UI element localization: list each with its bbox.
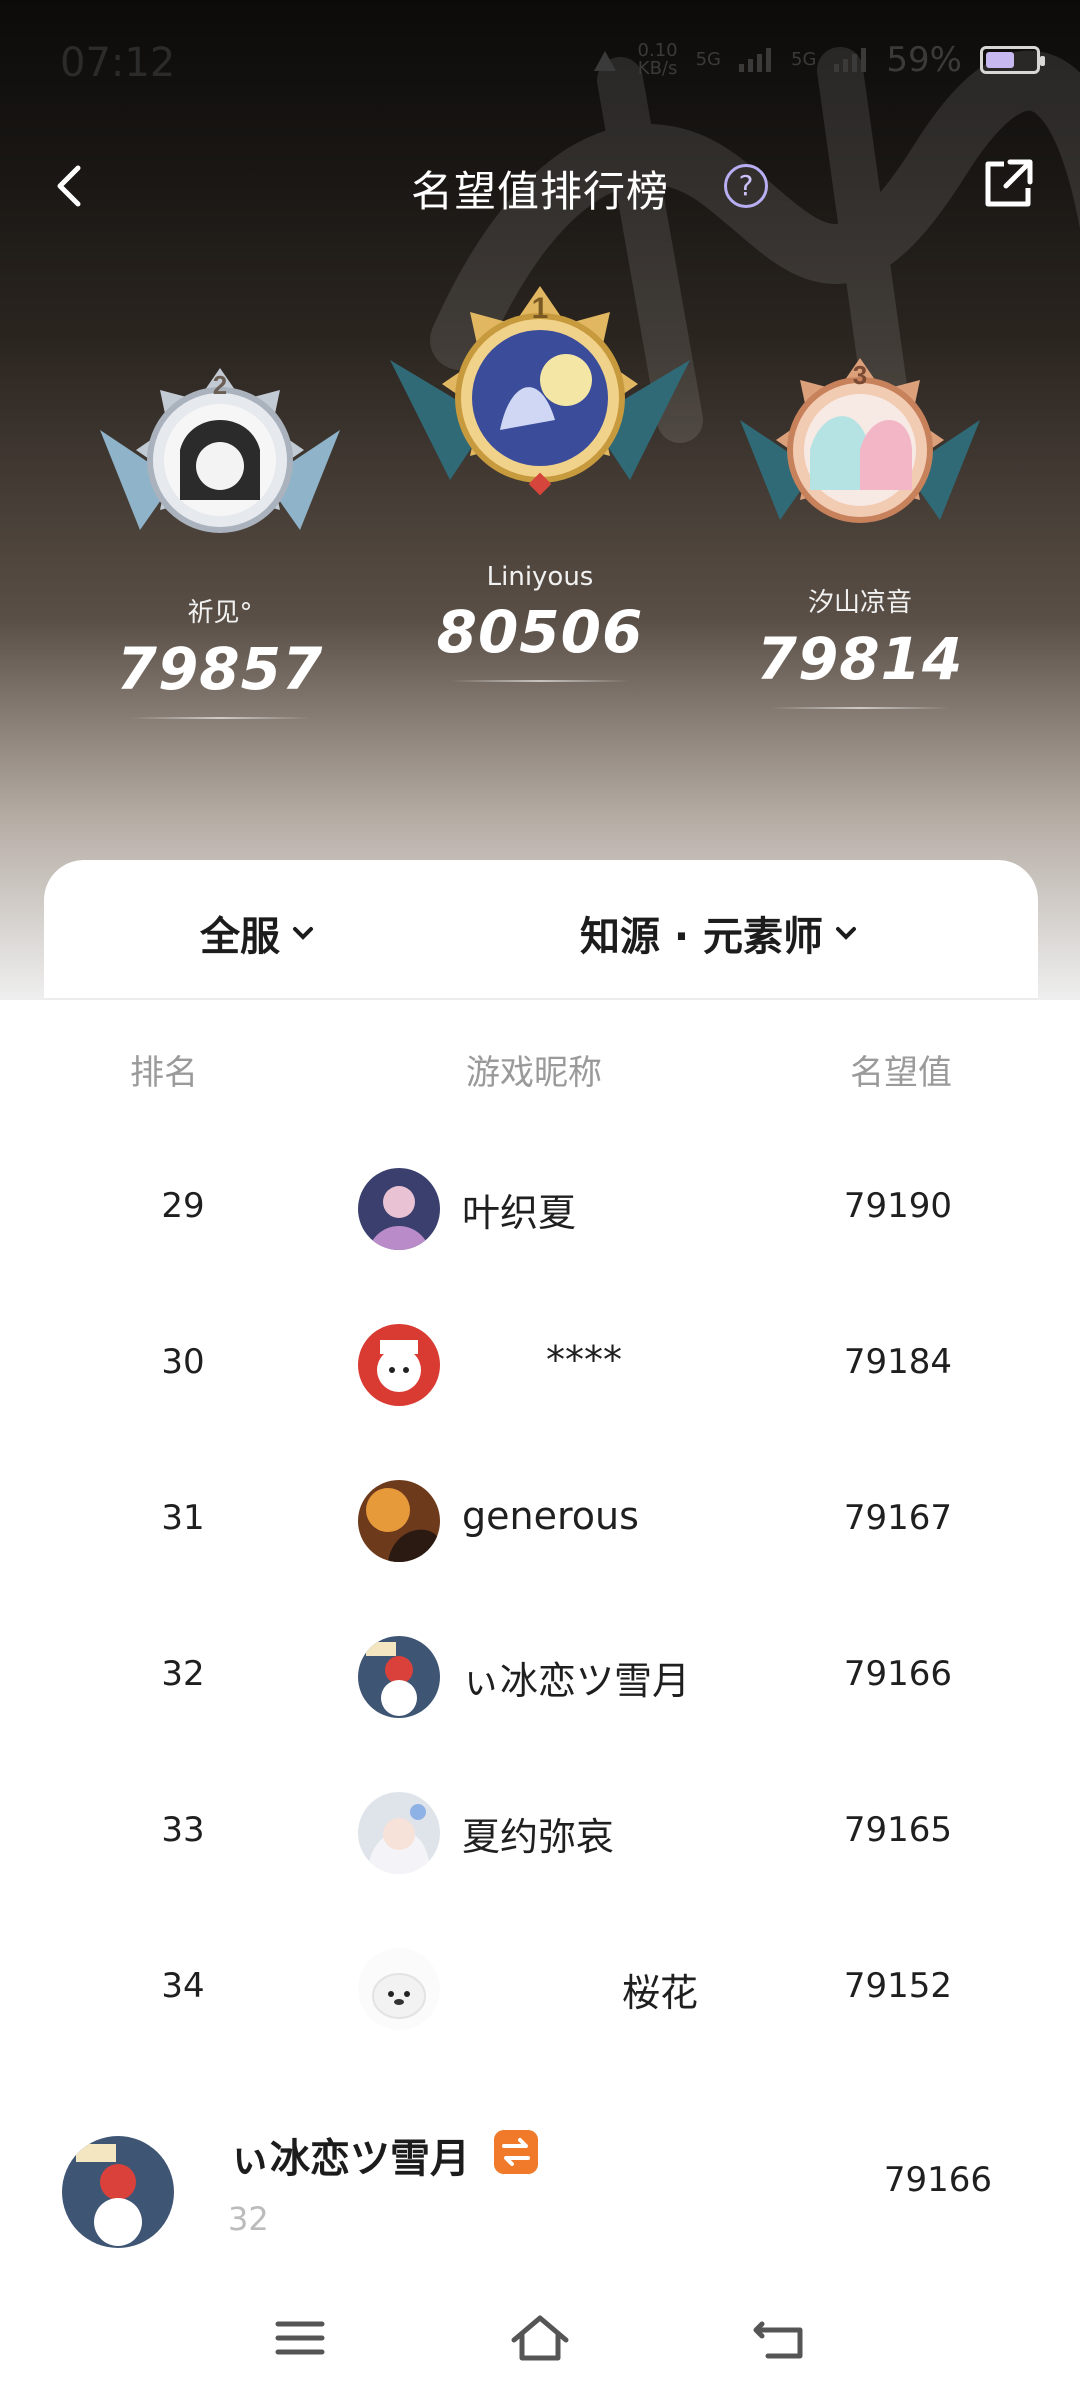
battery-icon [980, 46, 1045, 74]
podium-second[interactable]: 2 祈见° 79857 [60, 360, 380, 719]
row-nickname: 桜花 [622, 1971, 699, 2015]
row-value: 79165 [843, 1810, 952, 1850]
net-speed: 0.10 KB/s [637, 40, 678, 79]
top-bar: 名望值排行榜 ? [0, 150, 1080, 222]
share-icon[interactable] [978, 154, 1038, 214]
chevron-down-icon [293, 927, 313, 940]
avatar[interactable] [358, 1636, 440, 1718]
server-filter-dropdown[interactable]: 全服 [200, 904, 316, 962]
podium-score: 80506 [436, 598, 644, 666]
system-nav-bar [0, 2270, 1080, 2400]
silver-medal-icon: 2 [100, 368, 340, 533]
row-rank: 29 [161, 1186, 205, 1226]
podium-name: Liniyous [486, 562, 594, 592]
podium-name: 汐山凉音 [807, 588, 912, 618]
row-value: 79184 [843, 1342, 952, 1382]
row-rank: 30 [161, 1342, 205, 1382]
table-row[interactable]: 31 generous 79167 [44, 1442, 1038, 1598]
score-divider [130, 717, 310, 719]
podium-score: 79857 [116, 635, 324, 703]
table-row[interactable]: 34 桜花 79152 [44, 1910, 1038, 2066]
sim1-label: 5G [695, 49, 722, 70]
row-nickname: generous [462, 1494, 639, 1538]
row-rank: 31 [161, 1498, 205, 1538]
chevron-down-icon [836, 927, 857, 940]
row-value: 79166 [843, 1654, 952, 1694]
avatar[interactable] [62, 2136, 174, 2248]
signal-icon [834, 48, 867, 72]
score-divider [770, 707, 950, 709]
table-row[interactable]: 33 夏约弥哀 79165 [44, 1754, 1038, 1910]
my-nickname: ぃ冰恋ツ雪月 [230, 2136, 470, 2182]
hotspot-icon [593, 51, 616, 71]
bronze-medal-icon: 3 [740, 358, 980, 523]
gold-medal-icon: 1 [390, 286, 690, 496]
podium-name: 祈见° [187, 598, 253, 628]
signal-icon [739, 48, 772, 72]
avatar[interactable] [358, 1168, 440, 1250]
row-value: 79152 [843, 1966, 952, 2006]
table-row[interactable]: 32 ぃ冰恋ツ雪月 79166 [44, 1598, 1038, 1754]
table-header: 排名 游戏昵称 名望值 [44, 1045, 1038, 1105]
row-rank: 32 [161, 1654, 205, 1694]
battery-percent: 59% [886, 40, 962, 80]
my-rank-bar[interactable]: ぃ冰恋ツ雪月 32 79166 [0, 2100, 1080, 2270]
swap-icon[interactable] [494, 2130, 538, 2174]
back-icon[interactable] [748, 2310, 812, 2366]
class-filter-label: 知源 · 元素师 [580, 914, 824, 960]
row-rank: 33 [161, 1810, 205, 1850]
row-rank: 34 [161, 1966, 205, 2006]
podium-place: 3 [853, 360, 867, 390]
avatar[interactable] [358, 1948, 440, 2030]
table-row[interactable]: 29 叶织夏 79190 [44, 1130, 1038, 1286]
score-divider [450, 680, 630, 682]
battery-fill [986, 52, 1015, 68]
column-header-nickname: 游戏昵称 [466, 1053, 602, 1093]
row-nickname: **** [546, 1338, 622, 1382]
avatar[interactable] [358, 1792, 440, 1874]
server-filter-label: 全服 [200, 914, 280, 960]
ranking-card: 全服 知源 · 元素师 排名 游戏昵称 名望值 29 叶织夏 79190 30 … [44, 860, 1038, 2088]
my-rank: 32 [228, 2200, 269, 2238]
home-icon[interactable] [508, 2310, 572, 2366]
class-filter-dropdown[interactable]: 知源 · 元素师 [580, 904, 859, 962]
podium-place: 1 [532, 292, 549, 325]
row-value: 79167 [843, 1498, 952, 1538]
row-nickname: 叶织夏 [462, 1191, 577, 1235]
column-header-rank: 排名 [130, 1053, 198, 1093]
status-bar: 07:12 0.10 KB/s 5G 5G 59% [0, 0, 1080, 120]
avatar[interactable] [358, 1324, 440, 1406]
avatar[interactable] [358, 1480, 440, 1562]
help-icon[interactable]: ? [724, 164, 768, 208]
row-nickname: ぃ冰恋ツ雪月 [462, 1659, 691, 1703]
table-row[interactable]: 30 **** 79184 [44, 1286, 1038, 1442]
status-icons: 0.10 KB/s 5G 5G 59% [590, 40, 1045, 80]
sim2-label: 5G [791, 49, 817, 70]
status-time: 07:12 [60, 40, 176, 86]
podium-third[interactable]: 3 汐山凉音 79814 [700, 350, 1020, 709]
row-nickname: 夏约弥哀 [462, 1815, 615, 1859]
my-value: 79166 [883, 2160, 992, 2200]
filter-bar: 全服 知源 · 元素师 [44, 860, 1038, 1000]
menu-icon[interactable] [268, 2310, 332, 2366]
row-value: 79190 [843, 1186, 952, 1226]
podium-place: 2 [213, 370, 227, 400]
column-header-value: 名望值 [850, 1053, 952, 1093]
podium-score: 79814 [756, 625, 964, 693]
podium-first[interactable]: 1 Liniyous 80506 [380, 280, 700, 682]
page-title: 名望值排行榜 [410, 167, 669, 216]
